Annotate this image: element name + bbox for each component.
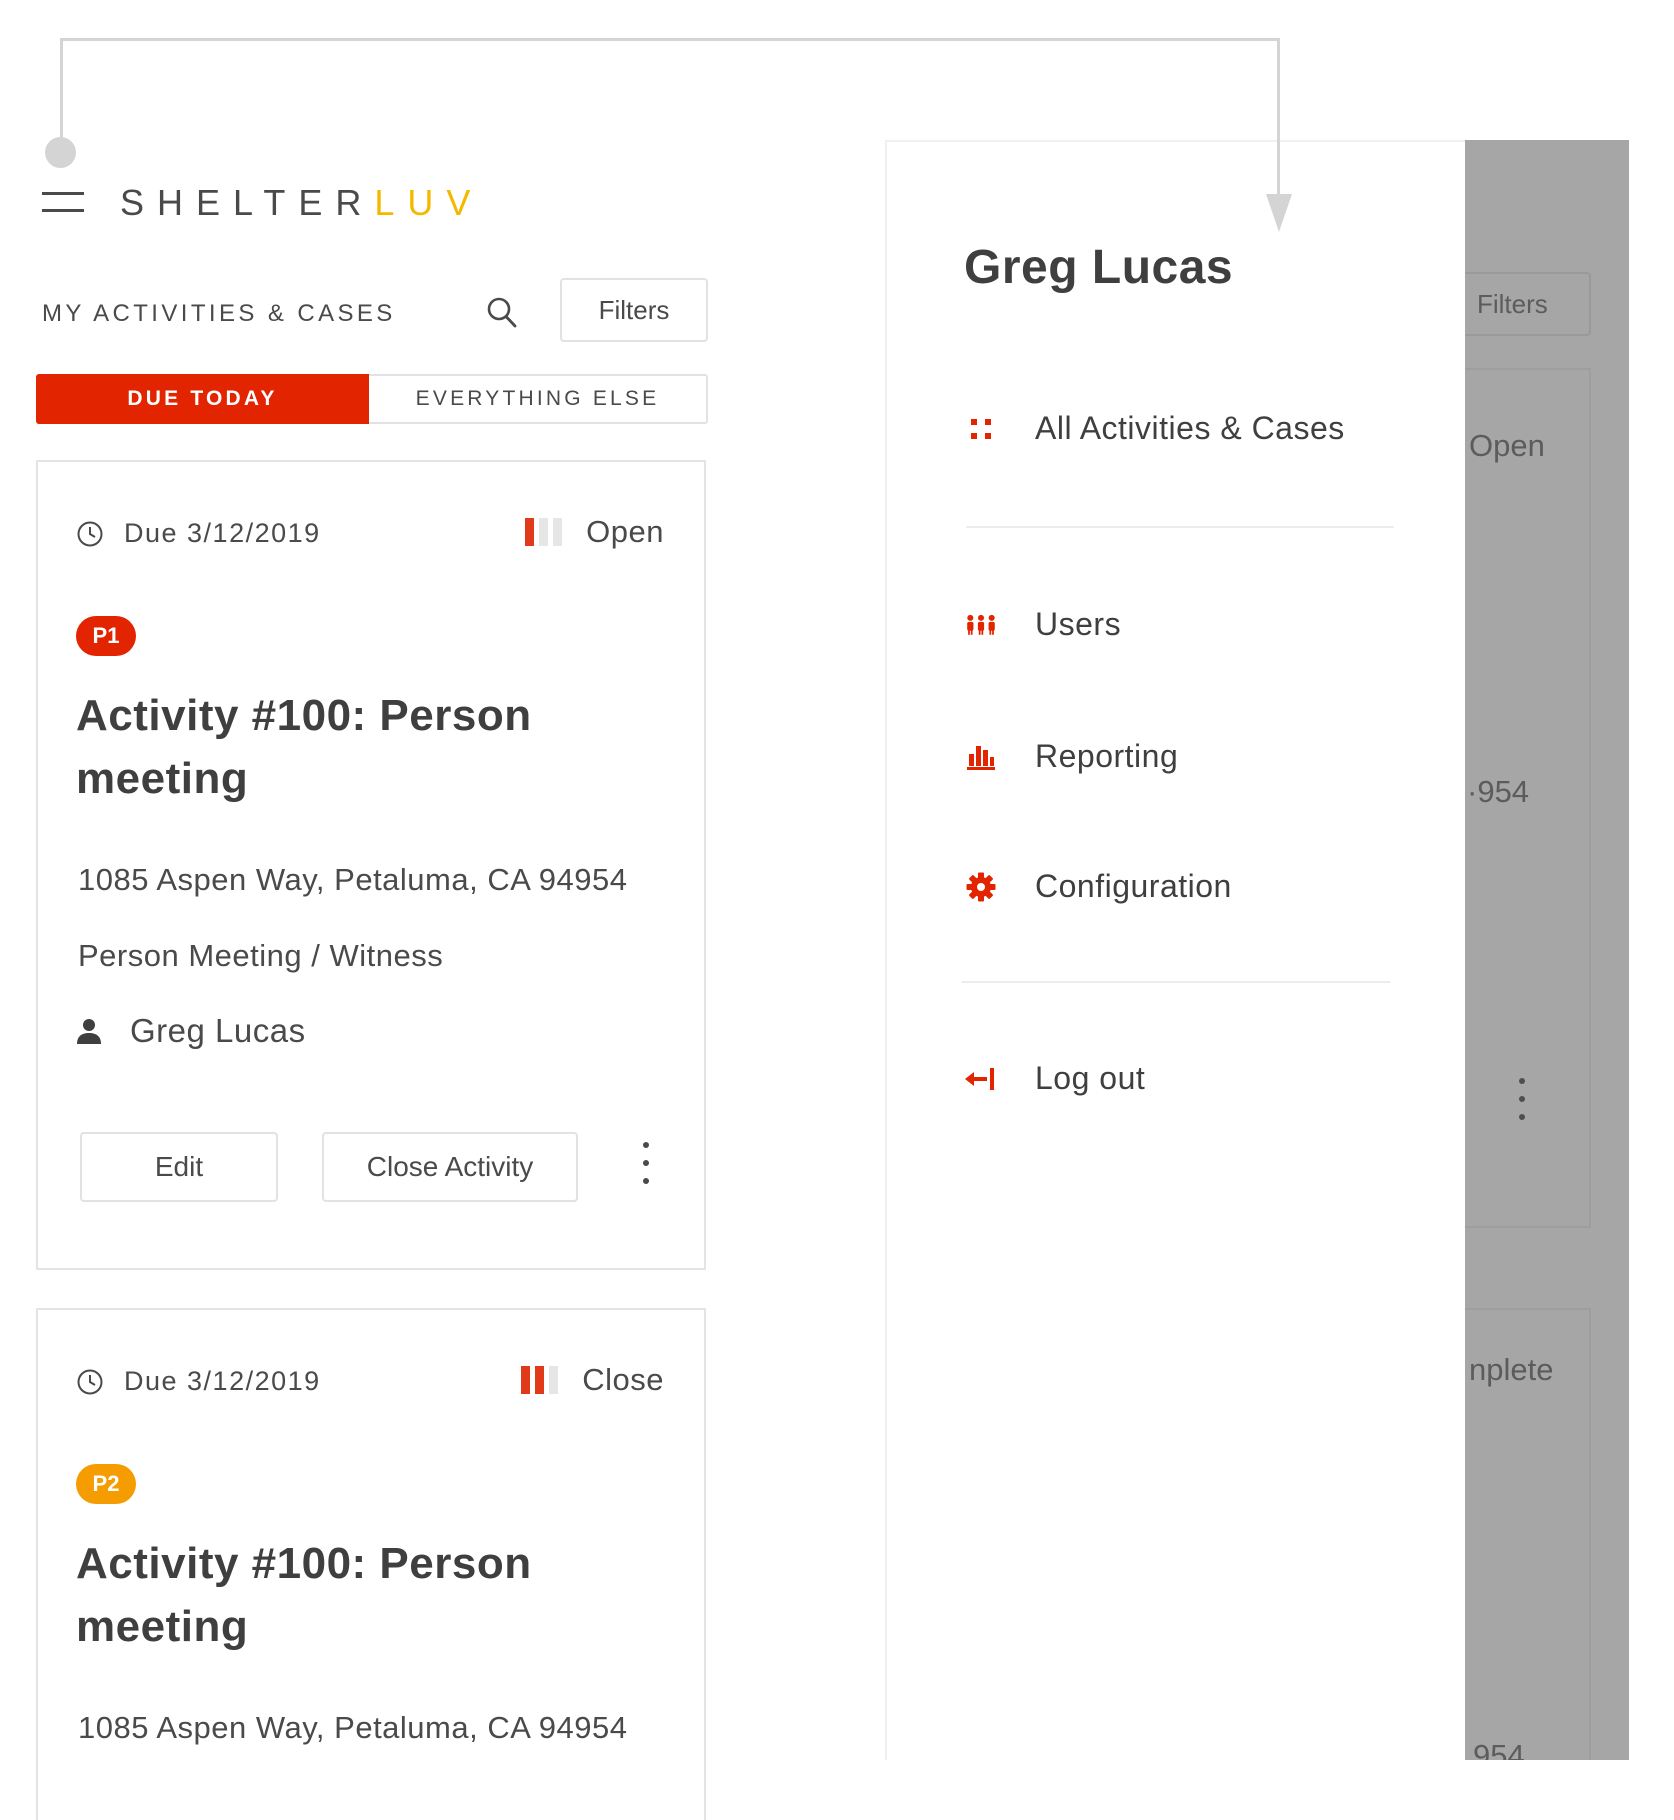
drawer-user-name: Greg Lucas [964, 241, 1234, 294]
menu-item-all-activities[interactable]: All Activities & Cases [965, 410, 1345, 447]
filters-button[interactable]: Filters [560, 278, 708, 342]
status-indicator: Open [525, 514, 664, 550]
due-date-row: Due 3/12/2019 [76, 1366, 321, 1397]
users-icon [965, 609, 997, 641]
menu-item-configuration[interactable]: Configuration [965, 868, 1232, 905]
due-date-row: Due 3/12/2019 [76, 518, 321, 549]
status-level-icon [525, 518, 563, 546]
close-activity-button[interactable]: Close Activity [322, 1132, 578, 1202]
hamburger-icon[interactable] [42, 192, 84, 212]
status-indicator: Close [521, 1362, 664, 1398]
priority-badge: P1 [76, 616, 136, 656]
flow-connector-arrow-icon [1266, 194, 1292, 232]
menu-divider [966, 526, 1394, 528]
menu-item-label: Users [1035, 606, 1122, 642]
flow-connector-line [60, 38, 1280, 41]
due-date: Due 3/12/2019 [124, 518, 321, 548]
menu-item-label: Configuration [1035, 868, 1232, 904]
clock-icon [77, 521, 103, 546]
shelterluv-logo: SHELTERLUV [120, 182, 484, 223]
navigation-drawer [885, 140, 1465, 1760]
menu-item-label: Reporting [1035, 738, 1179, 774]
status-label: Close [582, 1362, 664, 1397]
status-label: nplete [1469, 1352, 1554, 1387]
status-level-icon [521, 1366, 559, 1394]
grid-icon [965, 413, 997, 445]
flow-connector-line [1277, 38, 1280, 196]
activity-title: Activity #100: Person meeting [76, 1539, 532, 1651]
person-icon [77, 1019, 101, 1044]
menu-item-label: All Activities & Cases [1035, 410, 1345, 446]
tab-everything-else[interactable]: EVERYTHING ELSE [369, 374, 708, 424]
menu-item-users[interactable]: Users [965, 606, 1121, 643]
assignee-name: Greg Lucas [130, 1012, 306, 1049]
activity-title: Activity #100: Person meeting [76, 691, 532, 803]
status-label: Open [586, 514, 664, 549]
activity-card[interactable]: Due 3/12/2019 Open P1 Activity #100: Per… [36, 460, 706, 1270]
priority-badge: P2 [76, 1464, 136, 1504]
activity-address: 954 [1473, 1738, 1525, 1760]
more-options-icon[interactable] [640, 1140, 652, 1186]
menu-item-label: Log out [1035, 1060, 1146, 1096]
menu-item-reporting[interactable]: Reporting [965, 738, 1178, 775]
activity-address: 1085 Aspen Way, Petaluma, CA 94954 [78, 862, 628, 897]
menu-item-logout[interactable]: Log out [965, 1060, 1145, 1097]
activity-address: ·954 [1467, 774, 1530, 809]
assignee-row: Greg Lucas [76, 1012, 306, 1050]
edit-button[interactable]: Edit [80, 1132, 278, 1202]
bar-chart-icon [965, 741, 997, 773]
flow-connector-line [60, 38, 63, 144]
flow-connector-start-dot [45, 137, 76, 168]
search-icon[interactable] [486, 296, 518, 330]
activity-type: Person Meeting / Witness [78, 938, 444, 973]
page-title: MY ACTIVITIES & CASES [42, 300, 396, 327]
activity-address: 1085 Aspen Way, Petaluma, CA 94954 [78, 1710, 628, 1745]
due-date: Due 3/12/2019 [124, 1366, 321, 1396]
filters-button: Filters [1463, 272, 1591, 336]
clock-icon [77, 1369, 103, 1394]
logout-icon [965, 1063, 997, 1095]
more-options-icon [1519, 1076, 1525, 1122]
menu-divider [962, 981, 1390, 983]
dimmed-background-overlay[interactable]: Filters Open ·954 nplete 954 [1463, 140, 1629, 1760]
tab-due-today[interactable]: DUE TODAY [36, 374, 369, 424]
activity-card[interactable]: Due 3/12/2019 Close P2 Activity #100: Pe… [36, 1308, 706, 1820]
gear-icon [965, 871, 997, 903]
status-label: Open [1469, 428, 1545, 463]
